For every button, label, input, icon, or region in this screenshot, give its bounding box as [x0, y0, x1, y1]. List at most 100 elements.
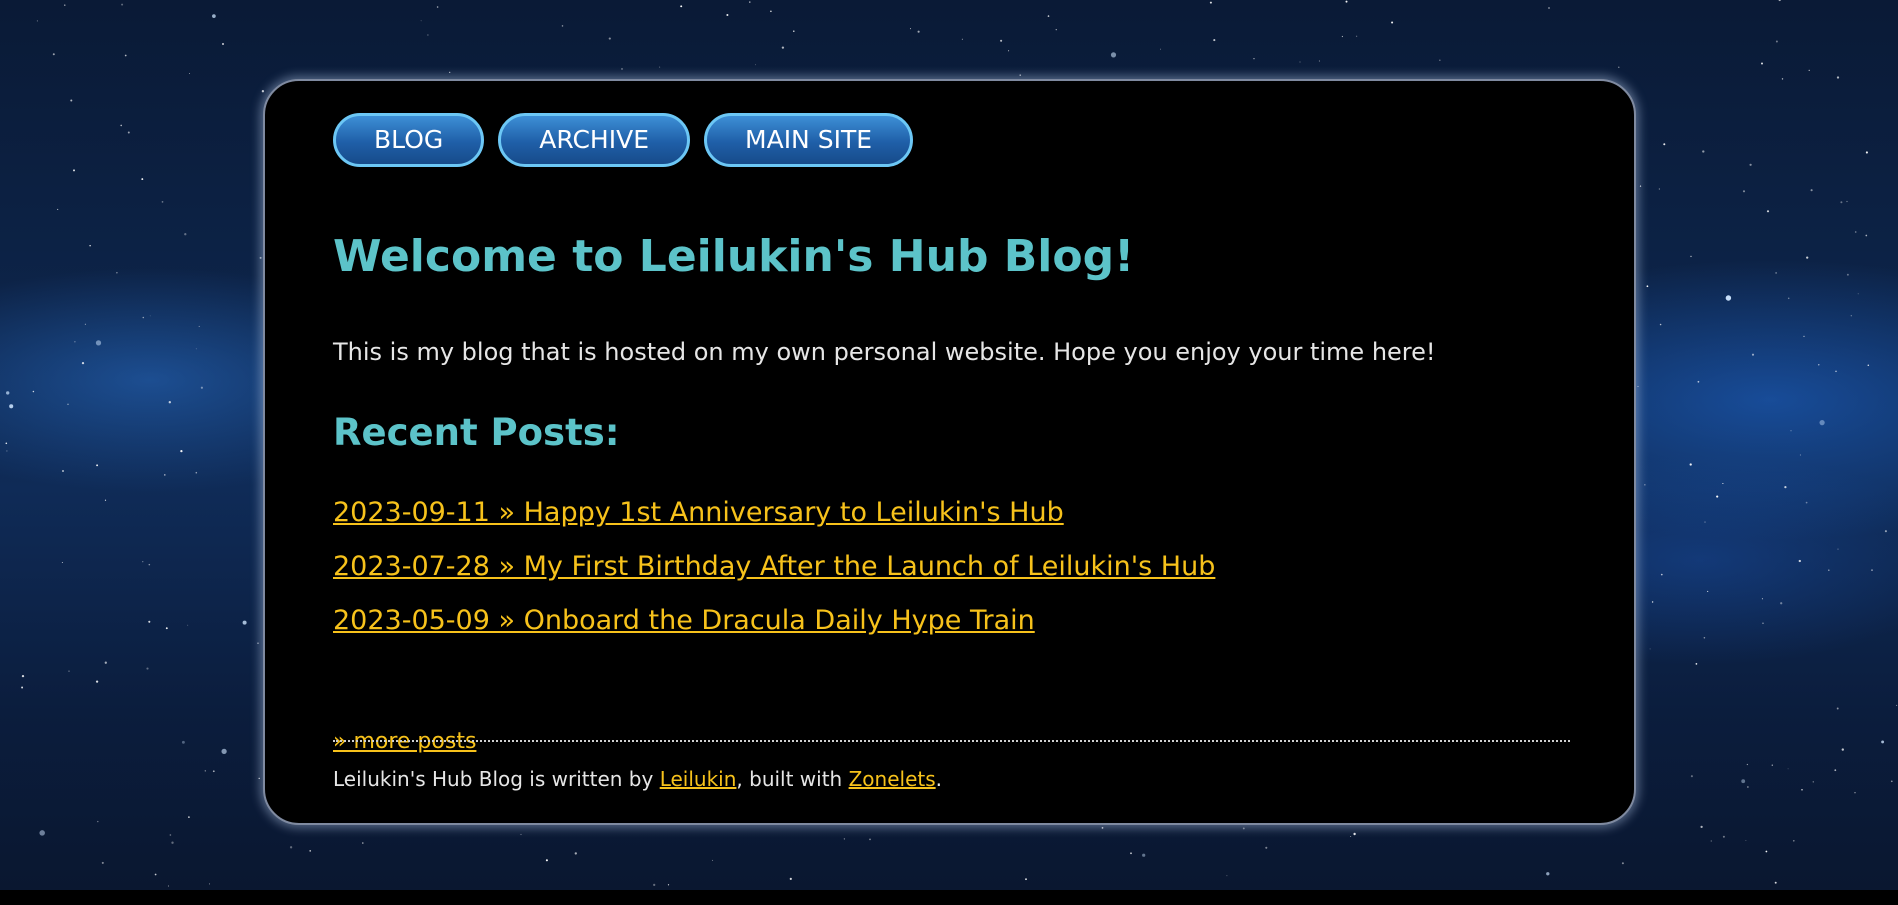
- star: [1837, 548, 1839, 550]
- star: [121, 3, 124, 6]
- star: [1841, 748, 1844, 751]
- star: [212, 770, 215, 773]
- star: [449, 71, 451, 74]
- star: [52, 53, 55, 56]
- footer-text-before: Leilukin's Hub Blog is written by: [333, 767, 660, 791]
- page-title: Welcome to Leilukin's Hub Blog!: [333, 231, 1135, 282]
- nav-archive-button[interactable]: ARCHIVE: [498, 113, 691, 167]
- nav-blog-button[interactable]: BLOG: [333, 113, 485, 167]
- star: [1391, 21, 1394, 24]
- star: [149, 315, 151, 317]
- star: [1722, 482, 1724, 485]
- star: [1808, 69, 1810, 71]
- star: [258, 777, 260, 780]
- top-nav: BLOG ARCHIVE MAIN SITE: [333, 113, 914, 167]
- star: [1253, 58, 1255, 60]
- star: [770, 10, 772, 13]
- star: [169, 834, 172, 836]
- star: [1766, 210, 1770, 213]
- star: [261, 90, 265, 93]
- star: [1101, 827, 1104, 829]
- star: [1226, 875, 1228, 877]
- star: [208, 883, 210, 885]
- star: [1142, 853, 1146, 857]
- star: [1828, 569, 1830, 571]
- star: [1805, 501, 1808, 504]
- footer-divider: [333, 740, 1570, 742]
- star: [1881, 740, 1885, 744]
- star: [1778, 0, 1781, 2]
- star: [1835, 370, 1837, 373]
- star: [212, 14, 216, 18]
- star: [141, 178, 144, 181]
- star: [520, 833, 522, 836]
- post-link[interactable]: 2023-05-09 » Onboard the Dracula Daily H…: [333, 605, 1035, 636]
- star: [1775, 40, 1778, 43]
- star: [1651, 601, 1654, 603]
- star: [680, 5, 683, 8]
- star: [39, 830, 45, 836]
- star: [1722, 835, 1725, 838]
- star: [1209, 1, 1212, 4]
- star: [68, 670, 70, 672]
- star: [1747, 786, 1749, 788]
- star: [6, 391, 10, 395]
- post-link[interactable]: 2023-09-11 » Happy 1st Anniversary to Le…: [333, 497, 1064, 528]
- star: [181, 740, 185, 744]
- star: [184, 233, 187, 236]
- star: [1702, 150, 1705, 153]
- star: [436, 6, 439, 8]
- star: [1659, 323, 1662, 326]
- star: [1846, 200, 1848, 203]
- star: [917, 30, 920, 33]
- star: [1854, 231, 1857, 233]
- star: [843, 838, 846, 840]
- star: [171, 841, 174, 844]
- recent-posts-list: 2023-09-11 » Happy 1st Anniversary to Le…: [333, 491, 1215, 653]
- star: [187, 624, 189, 626]
- star: [81, 361, 85, 365]
- star: [1697, 380, 1700, 383]
- star: [36, 20, 38, 22]
- star: [1055, 29, 1057, 31]
- footer-text-middle: , built with: [736, 767, 849, 791]
- star: [1690, 255, 1692, 258]
- star: [1621, 862, 1624, 865]
- star: [195, 348, 197, 350]
- star: [653, 883, 656, 887]
- star: [1749, 163, 1752, 166]
- star: [1008, 50, 1010, 52]
- star: [21, 674, 25, 678]
- post-item: 2023-09-11 » Happy 1st Anniversary to Le…: [333, 491, 1215, 545]
- star: [1649, 648, 1651, 650]
- star: [1047, 15, 1050, 17]
- star: [574, 852, 577, 855]
- star: [1751, 353, 1755, 356]
- star: [1695, 663, 1698, 665]
- star: [154, 873, 157, 876]
- star: [1160, 48, 1161, 50]
- star: [104, 661, 107, 664]
- star: [1353, 832, 1356, 836]
- star: [1742, 190, 1746, 193]
- star: [1834, 769, 1837, 772]
- star: [165, 627, 168, 630]
- star: [101, 861, 104, 864]
- star: [1546, 872, 1550, 876]
- nav-main-site-button[interactable]: MAIN SITE: [704, 113, 914, 167]
- post-link[interactable]: 2023-07-28 » My First Birthday After the…: [333, 551, 1215, 582]
- author-link[interactable]: Leilukin: [660, 767, 737, 791]
- star: [561, 25, 564, 27]
- zonelets-link[interactable]: Zonelets: [849, 767, 936, 791]
- star: [1746, 763, 1749, 766]
- star: [420, 20, 422, 22]
- star: [1884, 530, 1887, 533]
- page-bottom-bar: [0, 890, 1898, 905]
- star: [909, 28, 911, 30]
- star: [362, 842, 364, 844]
- star: [73, 169, 75, 172]
- star: [257, 642, 259, 644]
- post-item: 2023-05-09 » Onboard the Dracula Daily H…: [333, 599, 1215, 653]
- recent-posts-heading: Recent Posts:: [333, 411, 620, 454]
- star: [198, 325, 200, 327]
